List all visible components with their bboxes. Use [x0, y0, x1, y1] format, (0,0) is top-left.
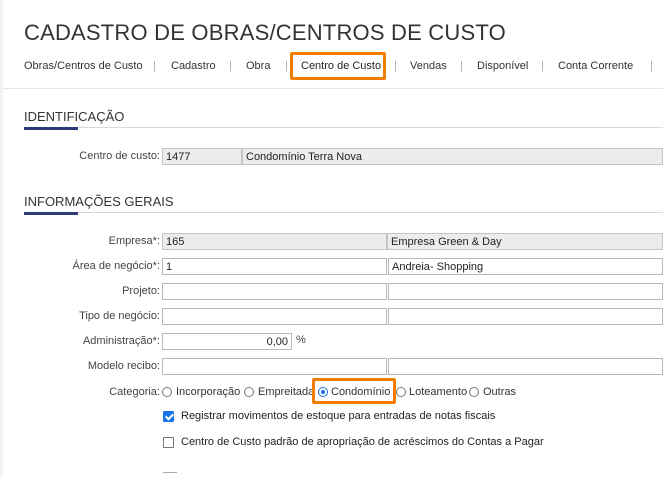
radio-empreitada[interactable] — [244, 387, 254, 397]
modelo-recibo-code-input[interactable] — [162, 358, 387, 375]
section-title-informacoes-gerais: INFORMAÇÕES GERAIS — [24, 194, 174, 209]
section-underline — [24, 212, 78, 215]
checkbox-label-registrar-estoque: Registrar movimentos de estoque para ent… — [181, 410, 496, 422]
checkbox-label-centro-padrao: Centro de Custo padrão de apropriação de… — [181, 436, 544, 448]
section-title-identificacao: IDENTIFICAÇÃO — [24, 109, 125, 124]
radio-label-incorporacao: Incorporação — [176, 386, 241, 398]
radio-incorporacao[interactable] — [162, 387, 172, 397]
tab-vendas[interactable]: Vendas — [410, 60, 447, 72]
percent-unit: % — [296, 334, 306, 346]
centro-de-custo-name-field: Condomínio Terra Nova — [242, 148, 663, 165]
centro-de-custo-label: Centro de custo: — [79, 150, 160, 162]
tabs-divider — [3, 88, 663, 89]
selected-category-highlight — [312, 378, 396, 404]
page-title: CADASTRO DE OBRAS/CENTROS DE CUSTO — [24, 20, 506, 45]
administracao-label: Administração*: — [82, 335, 160, 347]
empresa-name-field: Empresa Green & Day — [387, 233, 663, 250]
modelo-recibo-name-field[interactable] — [388, 358, 663, 375]
radio-outras[interactable] — [469, 387, 479, 397]
radio-label-empreitada: Empreitada — [258, 386, 315, 398]
checkbox-registrar-estoque[interactable] — [163, 411, 174, 422]
tab-separator: | — [285, 60, 288, 72]
tipo-de-negocio-label: Tipo de negócio: — [79, 310, 160, 322]
modelo-recibo-label: Modelo recibo: — [87, 360, 160, 372]
tab-separator: | — [229, 60, 232, 72]
projeto-name-field[interactable] — [388, 283, 663, 300]
radio-label-outras: Outras — [483, 386, 517, 398]
area-de-negocio-code-input[interactable]: 1 — [162, 258, 387, 275]
radio-loteamento[interactable] — [396, 387, 406, 397]
tab-cadastro[interactable]: Cadastro — [171, 60, 216, 72]
empresa-code-field: 165 — [162, 233, 387, 250]
projeto-code-input[interactable] — [162, 283, 387, 300]
checkbox-centro-padrao[interactable] — [163, 437, 174, 448]
projeto-label: Projeto: — [122, 285, 160, 297]
radio-label-loteamento: Loteamento — [409, 386, 468, 398]
empresa-label: Empresa*: — [108, 235, 160, 247]
tab-conta-corrente[interactable]: Conta Corrente — [558, 60, 633, 72]
section-underline — [24, 127, 78, 130]
area-de-negocio-name-field[interactable]: Andreia- Shopping — [388, 258, 663, 275]
tab-disponivel[interactable]: Disponível — [477, 60, 528, 72]
partial-control-edge — [163, 472, 177, 473]
administracao-input[interactable]: 0,00 — [162, 333, 292, 350]
active-tab-highlight — [290, 52, 386, 80]
tab-separator: | — [460, 60, 463, 72]
tab-obra[interactable]: Obra — [246, 60, 270, 72]
section-rule — [24, 212, 663, 213]
tipo-de-negocio-code-input[interactable] — [162, 308, 387, 325]
centro-de-custo-code-field: 1477 — [162, 148, 242, 165]
tipo-de-negocio-name-field[interactable] — [388, 308, 663, 325]
tab-separator: | — [650, 60, 653, 72]
tab-separator: | — [541, 60, 544, 72]
area-de-negocio-label: Área de negócio*: — [72, 260, 160, 272]
categoria-label: Categoria: — [109, 386, 160, 398]
tab-separator: | — [394, 60, 397, 72]
tab-obras-centros[interactable]: Obras/Centros de Custo — [24, 60, 143, 72]
tab-separator: | — [153, 60, 156, 72]
section-rule — [24, 127, 663, 128]
